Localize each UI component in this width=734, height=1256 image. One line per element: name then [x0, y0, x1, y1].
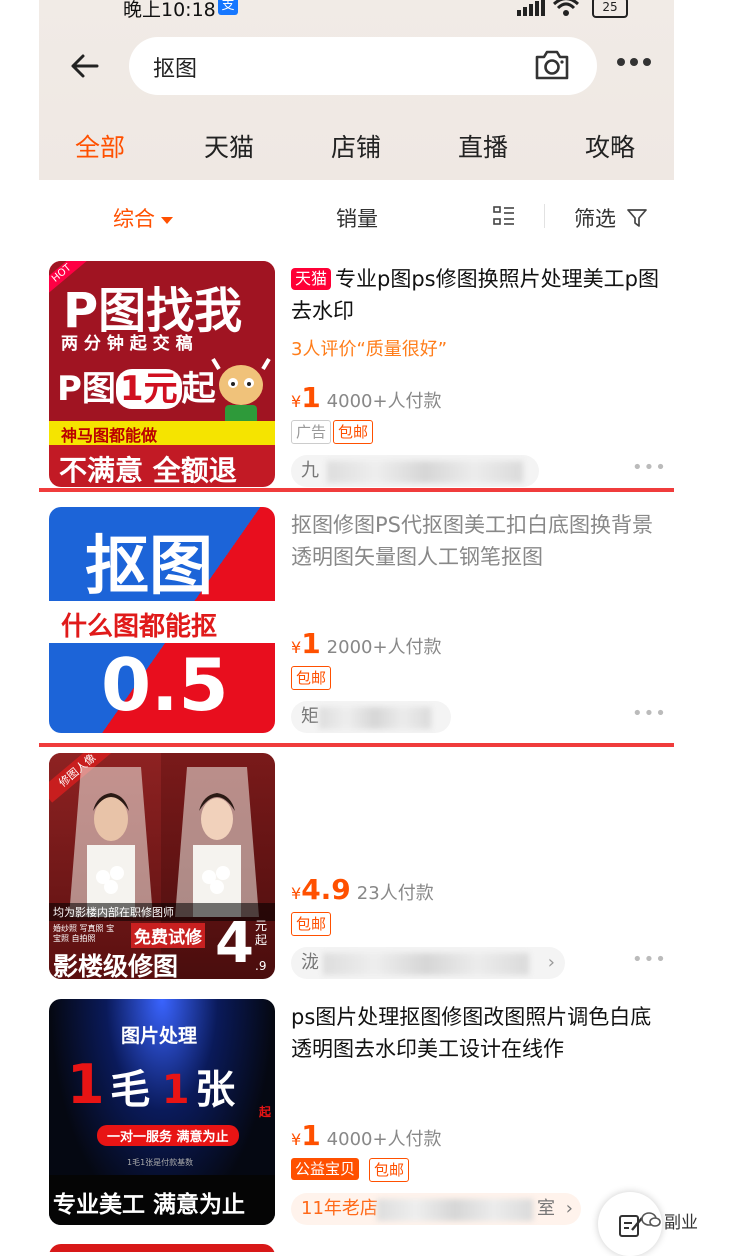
sold-count: 4000+人付款	[326, 391, 442, 412]
thumb-note: 神马图都能做	[61, 426, 158, 445]
free-shipping-tag: 包邮	[333, 420, 374, 444]
filter-button[interactable]: 筛选	[574, 203, 647, 233]
product-card[interactable]: 图片处理 1 毛 1 张 起 一对一服务 满意为止 1毛1张是付款基数 专业美工…	[39, 999, 674, 1235]
filter-label: 筛选	[574, 207, 616, 231]
sort-comprehensive-label: 综合	[113, 207, 155, 231]
search-bar[interactable]: 抠图	[129, 37, 597, 95]
price-line: ¥1 4000+人付款	[291, 381, 442, 414]
store-link[interactable]: 11年老店 室 ›	[291, 1193, 581, 1225]
thumb-price-unit: 元起	[255, 919, 268, 947]
caret-down-icon	[161, 216, 173, 224]
tab-all[interactable]: 全部	[75, 128, 125, 164]
thumb-offer-e: 起	[259, 1105, 272, 1119]
alipay-icon: 支	[218, 0, 238, 15]
thumb-caption: 均为影楼内部在职修图师	[53, 906, 174, 919]
product-image[interactable]: 修图人像 均为影楼内部在职修图师 婚纱照 写真照 宝宝照 自拍照 免费试修 影楼…	[49, 753, 275, 979]
price-value: 1	[301, 1119, 321, 1152]
price-value: 1	[301, 381, 321, 414]
layout-toggle-icon[interactable]	[493, 206, 515, 226]
price-value: 4.9	[301, 873, 351, 906]
blurred-store-name	[327, 461, 523, 483]
watermark-text: 副业	[664, 1213, 698, 1233]
blurred-store-name	[323, 953, 529, 975]
currency-symbol: ¥	[291, 1130, 302, 1149]
thumb-subline: 两 分 钟 起 交 稿	[61, 334, 193, 354]
status-bar: 晚上10:18 支 25	[39, 0, 674, 21]
more-icon[interactable]: •••	[632, 949, 667, 970]
thumb-offer: 1 毛 1 张	[67, 1053, 235, 1116]
thumb-offer-c: 1	[161, 1067, 190, 1113]
product-image[interactable]: HOT P图找我 两 分 钟 起 交 稿 P图 1元起 神马图都能做 不满意 全额…	[49, 261, 275, 487]
thumb-note: 1毛1张是付款基数	[127, 1158, 194, 1167]
highlight-box	[39, 488, 674, 747]
currency-symbol: ¥	[291, 884, 302, 903]
thumb-bottom: 影楼级修图	[53, 952, 179, 979]
store-name-suffix: 室	[537, 1198, 555, 1219]
review-snippet: 3人评价“质量很好”	[291, 339, 448, 360]
signal-icon	[517, 0, 545, 16]
store-link[interactable]: 泷 ›	[291, 947, 565, 979]
thumb-guarantee: 不满意 全额退	[59, 454, 237, 487]
charity-tag: 公益宝贝	[291, 1158, 360, 1180]
thumb-price-decimal: .9	[255, 959, 267, 973]
product-image[interactable]: 图片处理 1 毛 1 张 起 一对一服务 满意为止 1毛1张是付款基数 专业美工…	[49, 999, 275, 1225]
tab-stores[interactable]: 店铺	[331, 128, 381, 164]
back-arrow-icon[interactable]	[67, 48, 103, 84]
bride-photo-before	[69, 767, 153, 917]
thumb-small-text: 婚纱照 写真照 宝宝照 自拍照	[53, 924, 115, 943]
thumb-pill: 一对一服务 满意为止	[97, 1125, 239, 1146]
app-screen: 晚上10:18 支 25 抠图 全部 天猫 店铺 直播 攻略 综合 销量 筛选 …	[39, 0, 674, 1252]
product-title[interactable]: 天猫 专业p图ps修图换照片处理美工p图去水印	[291, 263, 671, 327]
thumb-offer-a: P图	[57, 369, 116, 409]
status-time: 晚上10:18	[123, 0, 216, 21]
product-image-next[interactable]	[49, 1244, 275, 1252]
thumb-offer: P图 1元起	[57, 361, 216, 410]
more-icon[interactable]: •••	[632, 457, 667, 478]
thumb-offer-b: 毛	[110, 1067, 151, 1113]
bride-photo-after	[175, 767, 259, 917]
currency-symbol: ¥	[291, 392, 302, 411]
filter-icon	[626, 209, 647, 227]
product-title-text: 专业p图ps修图换照片处理美工p图去水印	[291, 267, 659, 323]
wifi-icon	[552, 0, 580, 16]
free-shipping-tag: 包邮	[369, 1158, 410, 1182]
tab-tmall[interactable]: 天猫	[204, 128, 254, 164]
tab-guides[interactable]: 攻略	[585, 128, 635, 164]
battery-icon: 25	[592, 0, 628, 18]
sort-divider	[544, 204, 545, 228]
store-link[interactable]: 九	[291, 455, 539, 487]
chevron-right-icon: ›	[565, 1198, 573, 1219]
thumb-offer-a: 1	[67, 1053, 105, 1116]
category-tabs: 全部 天猫 店铺 直播 攻略	[39, 120, 674, 170]
price-line: ¥1 4000+人付款	[291, 1119, 442, 1152]
tab-live[interactable]: 直播	[458, 128, 508, 164]
thumb-offer-d: 张	[195, 1067, 236, 1113]
thumb-bottom: 专业美工 满意为止	[53, 1192, 246, 1218]
free-shipping-tag: 包邮	[291, 912, 332, 936]
sold-count: 4000+人付款	[326, 1129, 442, 1150]
ad-tag: 广告	[291, 420, 332, 444]
chevron-right-icon: ›	[547, 952, 555, 973]
search-input[interactable]: 抠图	[153, 51, 197, 83]
thumb-price-digit: 4	[215, 911, 254, 976]
product-card[interactable]: 修图人像 均为影楼内部在职修图师 婚纱照 写真照 宝宝照 自拍照 免费试修 影楼…	[39, 753, 674, 989]
product-card[interactable]: HOT P图找我 两 分 钟 起 交 稿 P图 1元起 神马图都能做 不满意 全额…	[39, 261, 674, 497]
more-options-icon[interactable]	[616, 56, 652, 68]
thumb-top: 图片处理	[121, 1025, 198, 1047]
wechat-icon	[641, 1212, 661, 1227]
camera-icon[interactable]	[533, 49, 571, 81]
sort-sales[interactable]: 销量	[336, 203, 378, 233]
product-title[interactable]: ps图片处理抠图修图改图照片调色白底透明图去水印美工设计在线作	[291, 1001, 671, 1065]
sort-comprehensive[interactable]: 综合	[113, 203, 173, 233]
store-name: 11年老店	[301, 1198, 378, 1219]
sold-count: 23人付款	[356, 883, 434, 904]
store-name: 泷	[301, 952, 319, 973]
store-name: 九	[301, 460, 319, 481]
price-line: ¥4.9 23人付款	[291, 873, 434, 906]
thumb-promo: 免费试修	[131, 923, 205, 948]
thumb-offer-price: 1元	[115, 369, 182, 409]
blurred-store-name	[377, 1199, 533, 1221]
tmall-badge: 天猫	[291, 268, 332, 290]
